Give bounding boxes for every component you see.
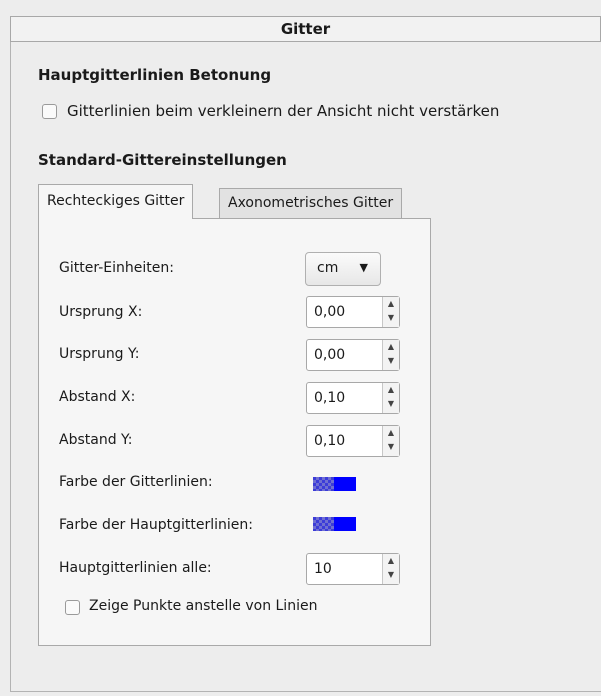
spacing-x-label: Abstand X: xyxy=(59,389,136,405)
spacing-y-spinbox[interactable]: 0,10 ▲ ▼ xyxy=(306,425,400,457)
major-every-spinbox[interactable]: 10 ▲ ▼ xyxy=(306,553,400,585)
tab-axonometric-grid[interactable]: Axonometrisches Gitter xyxy=(219,188,403,218)
grid-units-select[interactable]: cm ▼ xyxy=(305,252,381,286)
no-emphasize-checkbox[interactable] xyxy=(42,104,57,119)
spacing-x-value[interactable]: 0,10 xyxy=(314,390,345,406)
major-emphasis-heading: Hauptgitterlinien Betonung xyxy=(38,66,272,84)
major-every-stepper[interactable]: ▲ ▼ xyxy=(382,554,399,584)
no-emphasize-checkbox-label[interactable]: Gitterlinien beim verkleinern der Ansich… xyxy=(67,102,499,120)
major-color-swatch[interactable] xyxy=(313,517,356,531)
origin-y-label: Ursprung Y: xyxy=(59,346,140,362)
spacing-x-stepper[interactable]: ▲ ▼ xyxy=(382,383,399,413)
show-dots-checkbox[interactable] xyxy=(65,600,80,615)
chevron-down-icon: ▼ xyxy=(359,261,368,274)
spacing-y-label: Abstand Y: xyxy=(59,432,133,448)
arrow-down-icon[interactable]: ▼ xyxy=(383,354,399,368)
grid-color-swatch[interactable] xyxy=(313,477,356,491)
show-dots-checkbox-label[interactable]: Zeige Punkte anstelle von Linien xyxy=(89,598,317,614)
arrow-up-icon[interactable]: ▲ xyxy=(383,554,399,568)
origin-y-spinbox[interactable]: 0,00 ▲ ▼ xyxy=(306,339,400,371)
arrow-down-icon[interactable]: ▼ xyxy=(383,440,399,454)
origin-x-stepper[interactable]: ▲ ▼ xyxy=(382,297,399,327)
arrow-down-icon[interactable]: ▼ xyxy=(383,311,399,325)
default-grid-heading: Standard-Gittereinstellungen xyxy=(38,151,287,169)
origin-x-label: Ursprung X: xyxy=(59,304,143,320)
major-color-label: Farbe der Hauptgitterlinien: xyxy=(59,517,253,533)
arrow-down-icon[interactable]: ▼ xyxy=(383,568,399,582)
origin-x-value[interactable]: 0,00 xyxy=(314,304,345,320)
alpha-checker xyxy=(313,477,334,491)
tab-rectangular-grid[interactable]: Rechteckiges Gitter xyxy=(38,184,194,219)
major-every-label: Hauptgitterlinien alle: xyxy=(59,560,212,576)
origin-y-value[interactable]: 0,00 xyxy=(314,347,345,363)
arrow-up-icon[interactable]: ▲ xyxy=(383,426,399,440)
spacing-x-spinbox[interactable]: 0,10 ▲ ▼ xyxy=(306,382,400,414)
alpha-checker xyxy=(313,517,334,531)
spacing-y-stepper[interactable]: ▲ ▼ xyxy=(382,426,399,456)
grid-units-label: Gitter-Einheiten: xyxy=(59,260,174,276)
arrow-up-icon[interactable]: ▲ xyxy=(383,383,399,397)
origin-y-stepper[interactable]: ▲ ▼ xyxy=(382,340,399,370)
grid-color-label: Farbe der Gitterlinien: xyxy=(59,474,213,490)
arrow-down-icon[interactable]: ▼ xyxy=(383,397,399,411)
panel-title: Gitter xyxy=(10,16,601,42)
arrow-up-icon[interactable]: ▲ xyxy=(383,297,399,311)
arrow-up-icon[interactable]: ▲ xyxy=(383,340,399,354)
spacing-y-value[interactable]: 0,10 xyxy=(314,433,345,449)
grid-units-value: cm xyxy=(317,260,339,276)
major-every-value[interactable]: 10 xyxy=(314,561,332,577)
origin-x-spinbox[interactable]: 0,00 ▲ ▼ xyxy=(306,296,400,328)
